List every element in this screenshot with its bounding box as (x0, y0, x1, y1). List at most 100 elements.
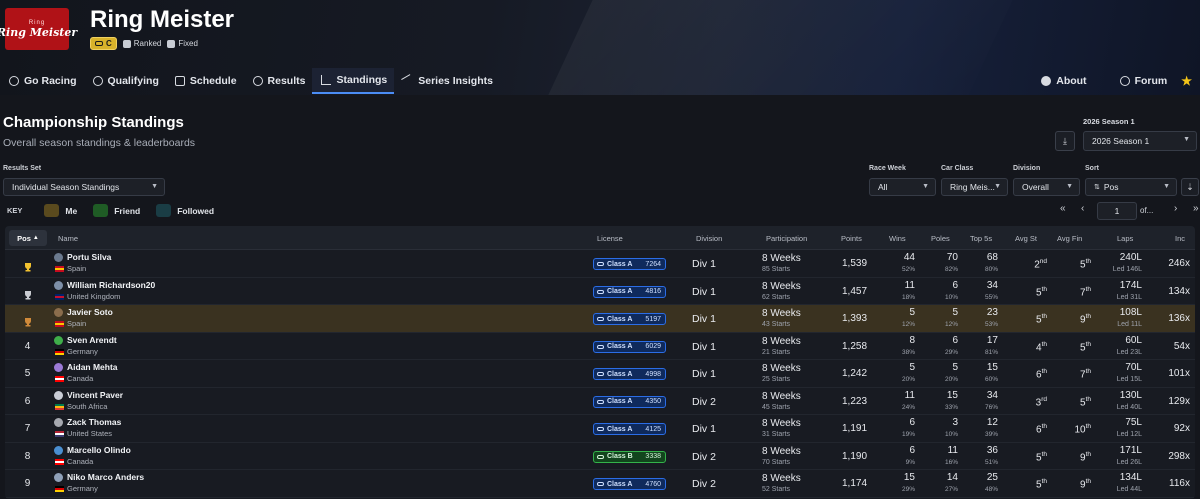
participation-weeks: 8 Weeks (762, 253, 801, 264)
nav-standings[interactable]: Standings (312, 68, 395, 94)
inc-column-header[interactable]: Inc (1175, 234, 1185, 243)
top5-value: 36 (986, 444, 998, 456)
friend-icon (93, 204, 109, 217)
license-chip: C (90, 37, 117, 50)
top5-pct: 80% (984, 266, 998, 273)
series-badges: C Ranked Fixed (90, 37, 198, 50)
poles-column-header[interactable]: Poles (931, 234, 950, 243)
results-set-select[interactable]: Individual Season Standings ▼ (3, 178, 165, 196)
license-badge: Class A 5197 (593, 313, 666, 325)
app-logo[interactable]: Ring Ring Meister (0, 8, 77, 50)
trophy-icon (23, 314, 33, 327)
page-of-label: of... (1140, 206, 1154, 215)
download-button[interactable]: ⤓ (1055, 131, 1075, 151)
license-badge: Class A 7264 (593, 258, 666, 270)
table-row[interactable]: 9 Niko Marco Anders Germany Class A 4760… (5, 470, 1195, 498)
laps-column-header[interactable]: Laps (1117, 234, 1133, 243)
avg-st-column-header[interactable]: Avg St (1015, 234, 1037, 243)
car-class-select[interactable]: Ring Meis... ▼ (941, 178, 1008, 196)
race-week-select[interactable]: All ▼ (869, 178, 936, 196)
top5-pct: 39% (984, 431, 998, 438)
participation-starts: 52 Starts (762, 486, 791, 493)
table-row[interactable]: 8 Marcello Olindo Canada Class B 3338 Di… (5, 443, 1195, 470)
table-row[interactable]: 4 Sven Arendt Germany Class A 6029 Div 1… (5, 333, 1195, 360)
poles-value: 3 (952, 417, 958, 428)
top5-value: 12 (986, 417, 998, 428)
nav-forum[interactable]: Forum (1111, 68, 1182, 94)
division-value: Div 1 (692, 313, 716, 325)
wins-column-header[interactable]: Wins (889, 234, 906, 243)
participation-column-header[interactable]: Participation (766, 234, 807, 243)
country-flag-icon (55, 293, 64, 300)
driver-name[interactable]: William Richardson20 (67, 280, 155, 290)
top5-value: 15 (986, 362, 998, 373)
table-row[interactable]: Portu Silva Spain Class A 7264 Div 1 8 W… (5, 250, 1195, 278)
name-column-header[interactable]: Name (58, 234, 78, 243)
incidents-value: 298x (1168, 450, 1190, 462)
table-row[interactable]: 5 Aidan Mehta Canada Class A 4998 Div 1 … (5, 360, 1195, 388)
driver-country: Germany (67, 484, 98, 493)
division-select[interactable]: Overall ▼ (1013, 178, 1080, 196)
division-value: Div 1 (692, 368, 716, 380)
license-class: Class A (607, 260, 633, 268)
points-value: 1,174 (842, 478, 868, 489)
top5-column-header[interactable]: Top 5s (970, 234, 992, 243)
sort-direction-button[interactable]: ⇣ (1181, 178, 1199, 196)
points-column-header[interactable]: Points (841, 234, 862, 243)
table-row[interactable]: 6 Vincent Paver South Africa Class A 435… (5, 388, 1195, 415)
avg-start-suffix: th (1041, 423, 1047, 430)
avg-fin-column-header[interactable]: Avg Fin (1057, 234, 1082, 243)
favorite-star-button[interactable]: ★ (1181, 68, 1200, 94)
license-column-header[interactable]: License (597, 234, 623, 243)
wins-pct: 29% (901, 486, 915, 493)
license-rating: 4350 (645, 398, 661, 405)
page-number-input[interactable]: 1 (1097, 202, 1137, 220)
laps-led-value: Led 40L (1116, 403, 1142, 411)
first-page-button[interactable]: « (1060, 203, 1066, 214)
license-badge: Class A 4125 (593, 423, 666, 435)
driver-name[interactable]: Sven Arendt (67, 335, 117, 345)
legend-label: Followed (177, 205, 215, 216)
next-page-button[interactable]: › (1174, 203, 1177, 214)
nav-about[interactable]: About (1032, 68, 1110, 94)
participation-weeks: 8 Weeks (762, 445, 801, 457)
driver-name[interactable]: Niko Marco Anders (67, 472, 144, 482)
license-rating: 7264 (645, 260, 661, 268)
division-value: Div 1 (692, 258, 716, 270)
incidents-value: 246x (1168, 258, 1190, 269)
driver-name[interactable]: Aidan Mehta (67, 362, 118, 372)
nav-schedule[interactable]: Schedule (166, 68, 244, 94)
table-row[interactable]: Javier Soto Spain Class A 5197 Div 1 8 W… (5, 305, 1195, 333)
chevron-down-icon: ▼ (1183, 136, 1190, 143)
car-icon (597, 372, 604, 376)
car-class-value: Ring Meis... (950, 182, 995, 192)
laps-value: 134L (1119, 472, 1142, 483)
nav-go-racing[interactable]: Go Racing (0, 68, 84, 94)
poles-pct: 29% (944, 348, 958, 356)
driver-name[interactable]: Marcello Olindo (67, 445, 131, 455)
sort-select[interactable]: ⇅ Pos ▼ (1085, 178, 1177, 196)
nav-qualifying[interactable]: Qualifying (84, 68, 166, 94)
season-label: 2026 Season 1 (1083, 117, 1135, 126)
driver-name[interactable]: Vincent Paver (67, 390, 123, 400)
table-row[interactable]: 7 Zack Thomas United States Class A 4125… (5, 415, 1195, 443)
nav-series-insights[interactable]: Series Insights (394, 68, 500, 94)
pos-header-label: Pos (17, 233, 31, 243)
driver-name[interactable]: Portu Silva (67, 252, 111, 262)
nav-results[interactable]: Results (244, 68, 313, 94)
table-row[interactable]: William Richardson20 United Kingdom Clas… (5, 278, 1195, 305)
top5-value: 23 (986, 307, 998, 318)
pos-column-header[interactable]: Pos ▲ (9, 230, 47, 246)
nav-label: Schedule (189, 75, 237, 87)
season-select[interactable]: 2026 Season 1 ▼ (1083, 131, 1197, 151)
country-flag-icon (55, 458, 64, 465)
driver-name[interactable]: Zack Thomas (67, 417, 121, 427)
bookmark-icon (156, 204, 172, 217)
driver-name[interactable]: Javier Soto (67, 307, 113, 317)
poles-pct: 20% (944, 376, 958, 383)
last-page-button[interactable]: » (1193, 203, 1199, 214)
prev-page-button[interactable]: ‹ (1081, 203, 1084, 214)
country-flag-icon (55, 403, 64, 410)
driver-country: Germany (67, 346, 98, 356)
division-column-header[interactable]: Division (696, 234, 722, 243)
